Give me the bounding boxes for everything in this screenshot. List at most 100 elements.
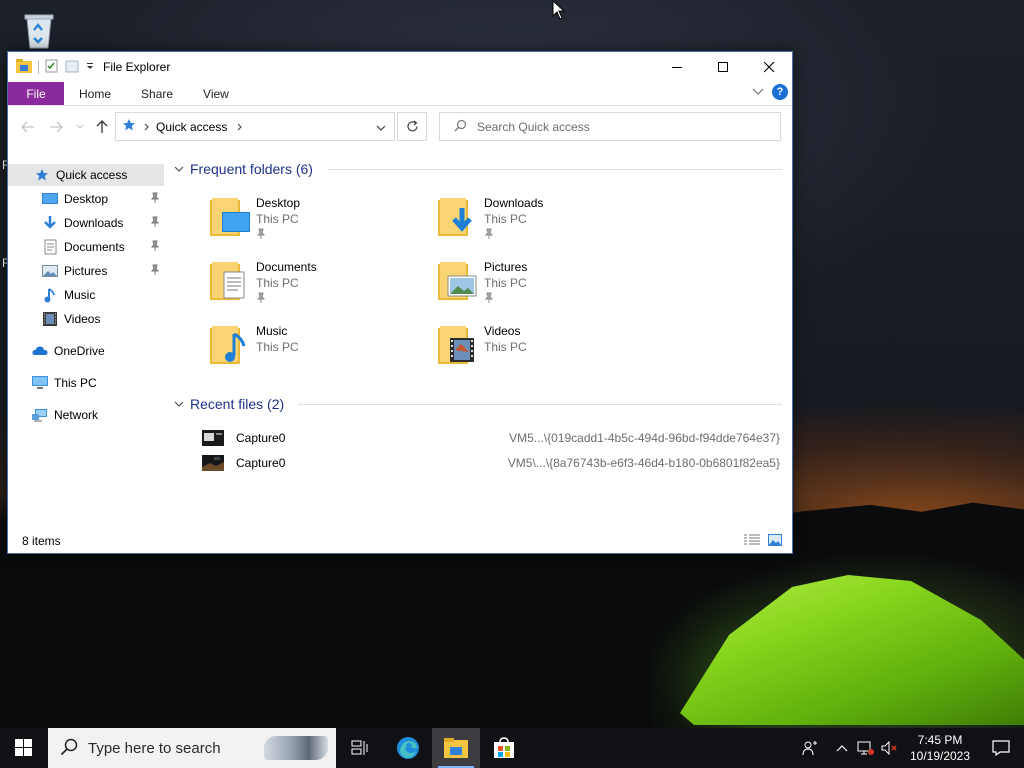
recent-files-header[interactable]: Recent files (2) — [174, 393, 284, 415]
folder-location: This PC — [484, 212, 527, 226]
recent-locations-chevron-icon[interactable] — [70, 117, 90, 137]
sidebar-item-desktop[interactable]: Desktop — [8, 188, 166, 210]
folder-name: Documents — [256, 260, 317, 274]
folder-tile-videos[interactable]: Videos This PC — [436, 320, 656, 376]
search-input[interactable]: Search Quick access — [477, 120, 590, 134]
sidebar-item-network[interactable]: Network — [8, 404, 166, 426]
search-highlight-image — [264, 736, 328, 760]
search-icon — [60, 738, 78, 759]
tab-file[interactable]: File — [8, 82, 64, 105]
list-item[interactable] — [202, 477, 792, 499]
tab-view[interactable]: View — [188, 82, 244, 105]
start-button[interactable] — [0, 728, 48, 768]
navigation-pane: Quick access Desktop Downloads Documents… — [8, 154, 166, 534]
recent-file-name: Capture0 — [236, 431, 286, 445]
edge-icon — [397, 737, 419, 759]
videos-folder-icon — [436, 322, 480, 366]
folder-name: Music — [256, 324, 288, 338]
breadcrumb-location[interactable]: Quick access — [156, 120, 227, 134]
folder-tile-music[interactable]: Music This PC — [208, 320, 428, 376]
windows-logo-icon — [15, 739, 32, 756]
breadcrumb-chevron-icon[interactable] — [237, 120, 243, 134]
folder-tile-documents[interactable]: Documents This PC — [208, 256, 428, 312]
sidebar-item-music[interactable]: Music — [8, 284, 166, 306]
taskbar-search-input[interactable]: Type here to search — [88, 740, 221, 757]
file-explorer-taskbar-button[interactable] — [432, 728, 480, 768]
up-button[interactable] — [92, 117, 112, 137]
details-view-icon[interactable] — [744, 534, 760, 549]
system-tray: 7:45 PM 10/19/2023 — [790, 728, 1024, 768]
folder-name: Downloads — [484, 196, 544, 210]
sidebar-item-videos[interactable]: Videos — [8, 308, 166, 330]
pin-icon[interactable] — [150, 264, 162, 278]
pin-icon — [256, 292, 266, 304]
recent-file-row[interactable]: Capture0 VM5...\{019cadd1-4b5c-494d-96bd… — [202, 427, 792, 449]
sidebar-item-quick-access[interactable]: Quick access — [8, 164, 164, 186]
title-bar[interactable]: File Explorer — [8, 52, 792, 82]
refresh-button[interactable] — [397, 112, 427, 141]
minimize-button[interactable] — [654, 52, 700, 82]
image-file-thumbnail-icon — [202, 430, 224, 446]
tab-home[interactable]: Home — [64, 82, 126, 105]
folder-tile-downloads[interactable]: Downloads This PC — [436, 192, 656, 248]
tab-share[interactable]: Share — [126, 82, 188, 105]
recent-file-path: VM5...\{019cadd1-4b5c-494d-96bd-f94dde76… — [509, 431, 780, 445]
properties-icon[interactable] — [45, 59, 59, 76]
sidebar-item-label: Network — [54, 408, 99, 422]
sidebar-item-pictures[interactable]: Pictures — [8, 260, 166, 282]
recycle-bin-icon[interactable] — [18, 8, 60, 50]
show-hidden-icons-chevron-icon[interactable] — [830, 728, 854, 768]
recent-file-row[interactable]: Capture0 VM5\...\{8a76743b-e6f3-46d4-b18… — [202, 452, 792, 474]
volume-muted-icon[interactable] — [878, 728, 902, 768]
network-status-icon[interactable] — [854, 728, 878, 768]
taskbar: Type here to search 7:45 PM 10/19/2023 — [0, 728, 1024, 768]
sidebar-item-this-pc[interactable]: This PC — [8, 372, 166, 394]
recent-file-path: VM5\...\{8a76743b-e6f3-46d4-b180-0b6801f… — [507, 456, 780, 470]
forward-button[interactable] — [46, 117, 66, 137]
folder-tile-pictures[interactable]: Pictures This PC — [436, 256, 656, 312]
search-box[interactable]: Search Quick access — [439, 112, 781, 141]
back-button[interactable] — [18, 117, 38, 137]
folder-name: Pictures — [484, 260, 528, 274]
address-dropdown-chevron-icon[interactable] — [376, 120, 386, 134]
pin-icon[interactable] — [150, 216, 162, 230]
network-icon — [32, 407, 48, 423]
maximize-button[interactable] — [700, 52, 746, 82]
pictures-folder-icon — [436, 258, 480, 302]
folder-tile-desktop[interactable]: Desktop This PC — [208, 192, 428, 248]
task-view-button[interactable] — [336, 728, 384, 768]
action-center-button[interactable] — [978, 728, 1024, 768]
store-bag-icon — [494, 737, 514, 758]
search-icon — [454, 119, 467, 135]
edge-browser-button[interactable] — [384, 728, 432, 768]
customize-toolbar-chevron-icon[interactable] — [85, 60, 95, 74]
collapse-chevron-icon[interactable] — [174, 397, 184, 411]
file-explorer-window: File Explorer File Home Share View ? Qui… — [7, 51, 793, 554]
new-folder-icon[interactable] — [65, 59, 79, 76]
documents-icon — [42, 239, 58, 255]
sidebar-item-onedrive[interactable]: OneDrive — [8, 340, 166, 362]
ribbon-tabs: File Home Share View ? — [8, 82, 792, 106]
pin-icon[interactable] — [150, 240, 162, 254]
folder-location: This PC — [256, 212, 299, 226]
desktop-folder-icon — [208, 194, 252, 238]
collapse-chevron-icon[interactable] — [174, 162, 184, 176]
address-row: Quick access Search Quick access — [8, 108, 792, 144]
expand-ribbon-chevron-icon[interactable] — [752, 85, 764, 99]
folder-name: Videos — [484, 324, 521, 338]
taskbar-search-box[interactable]: Type here to search — [48, 728, 336, 768]
microsoft-store-button[interactable] — [480, 728, 528, 768]
large-icons-view-icon[interactable] — [768, 534, 782, 549]
downloads-folder-icon — [436, 194, 480, 238]
address-bar[interactable]: Quick access — [115, 112, 395, 141]
close-button[interactable] — [746, 52, 792, 82]
sidebar-item-downloads[interactable]: Downloads — [8, 212, 166, 234]
clock[interactable]: 7:45 PM 10/19/2023 — [902, 728, 978, 768]
sidebar-item-label: Videos — [64, 312, 101, 326]
window-title: File Explorer — [103, 60, 171, 74]
sidebar-item-documents[interactable]: Documents — [8, 236, 166, 258]
help-icon[interactable]: ? — [772, 84, 788, 100]
people-icon[interactable] — [790, 728, 830, 768]
frequent-folders-header[interactable]: Frequent folders (6) — [174, 158, 313, 180]
pin-icon[interactable] — [150, 192, 162, 206]
